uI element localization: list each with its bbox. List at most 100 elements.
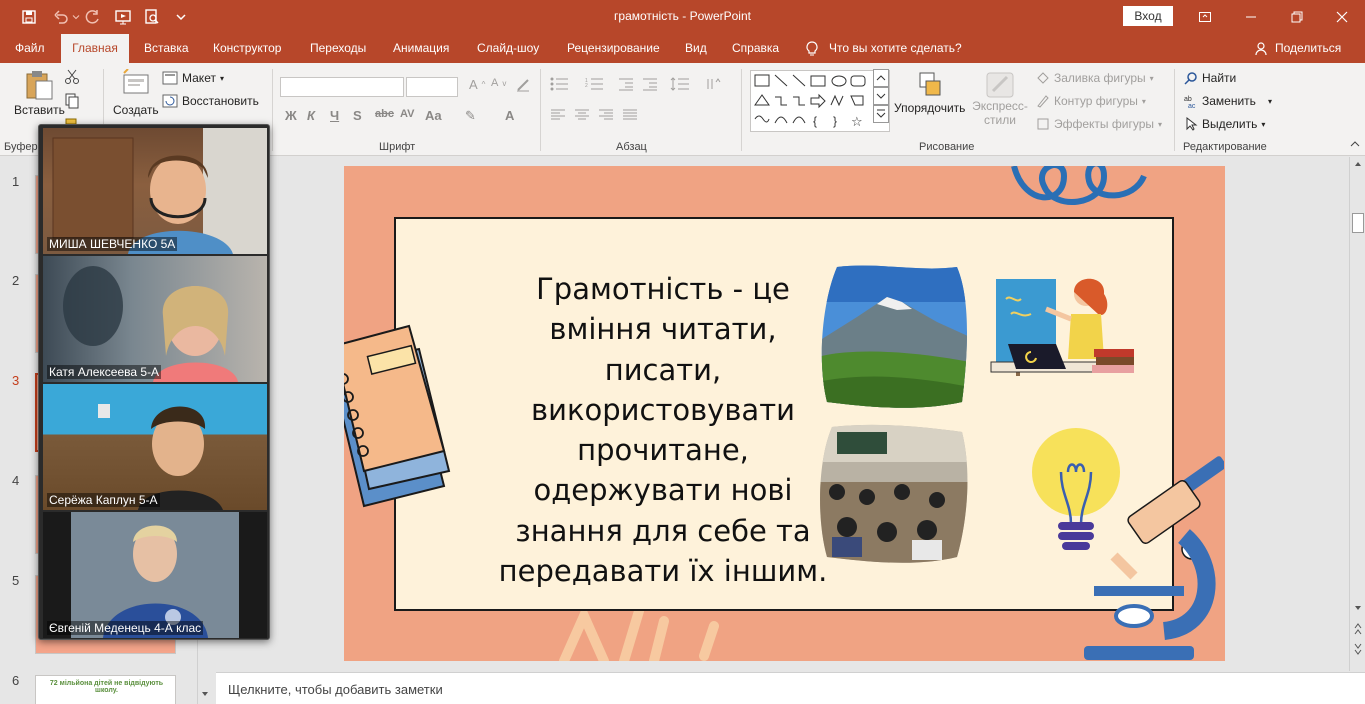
clear-formatting-icon[interactable] [515, 77, 531, 93]
minimize-icon[interactable] [1228, 0, 1274, 34]
find-label: Найти [1202, 71, 1237, 85]
strikethrough-button[interactable]: abc [375, 108, 394, 120]
select-button[interactable]: Выделить ▾ [1184, 117, 1265, 131]
ribbon-divider [272, 69, 273, 151]
cut-icon[interactable] [64, 69, 80, 85]
align-center-icon[interactable] [574, 108, 590, 122]
align-left-icon[interactable] [550, 108, 566, 122]
numbering-icon[interactable]: 12 [585, 77, 605, 91]
tell-me-box[interactable]: Что вы хотите сделать? [805, 34, 962, 63]
shape-outline-label: Контур фигуры [1054, 94, 1138, 108]
scroll-down-icon[interactable] [873, 87, 889, 105]
font-color-button[interactable]: A [505, 108, 514, 123]
shapes-gallery[interactable]: { } ☆ [750, 70, 890, 132]
svg-text:{: { [813, 114, 817, 128]
ribbon-divider [1174, 69, 1175, 151]
layout-button[interactable]: Макет ▾ [162, 71, 224, 85]
underline-button[interactable]: Ч [330, 108, 339, 123]
text-direction-icon[interactable] [705, 77, 721, 91]
share-button[interactable]: Поделиться [1255, 34, 1341, 63]
ribbon-divider [540, 69, 541, 151]
increase-indent-icon[interactable] [642, 77, 658, 91]
notebook-illustration[interactable] [344, 321, 464, 511]
shape-fill-button[interactable]: Заливка фигуры ▾ [1036, 71, 1154, 85]
highlight-icon[interactable]: ✎ [465, 108, 476, 124]
decrease-indent-icon[interactable] [618, 77, 634, 91]
slide-number: 6 [12, 673, 20, 688]
slide-editing-area: Грамотність - це вміння читати, писати, … [216, 157, 1349, 671]
shadow-button[interactable]: S [353, 108, 362, 123]
restore-icon[interactable] [1274, 0, 1320, 34]
content-card: Грамотність - це вміння читати, писати, … [394, 217, 1174, 611]
decrease-font-size-icon[interactable]: Av [491, 77, 506, 89]
mountain-photo[interactable] [817, 262, 970, 412]
more-shapes-icon[interactable] [873, 105, 889, 123]
tab-transitions[interactable]: Переходы [310, 34, 366, 63]
paste-label: Вставить [14, 103, 65, 117]
slide-body-text[interactable]: Грамотність - це вміння читати, писати, … [488, 269, 838, 591]
justify-icon[interactable] [622, 108, 638, 122]
layout-label: Макет [182, 71, 216, 85]
paste-button[interactable]: Вставить [14, 69, 65, 117]
participant-video [98, 404, 223, 510]
participant-name: Серёжа Каплун 5-А [47, 493, 160, 507]
ribbon-tabs: Файл Главная Вставка Конструктор Переход… [0, 34, 1365, 63]
copy-icon[interactable] [64, 93, 80, 109]
tab-slideshow[interactable]: Слайд-шоу [477, 34, 539, 63]
shapes-scroll[interactable] [873, 69, 889, 123]
tab-review[interactable]: Рецензирование [567, 34, 660, 63]
scroll-thumb[interactable] [1352, 213, 1364, 233]
new-slide-button[interactable]: Создать [113, 69, 159, 117]
tab-help[interactable]: Справка [732, 34, 779, 63]
font-family-select[interactable] [280, 77, 404, 97]
replace-button[interactable]: ab ac Заменить ▾ [1184, 94, 1272, 108]
char-spacing-button[interactable]: AV [400, 108, 414, 120]
video-tile[interactable]: Катя Алексеева 5-А [43, 256, 267, 382]
increase-font-size-icon[interactable]: A ^ [469, 77, 485, 92]
collapse-ribbon-icon[interactable] [1350, 139, 1360, 149]
arrange-button[interactable]: Упорядочить [894, 71, 965, 115]
italic-button[interactable]: К [307, 108, 315, 123]
shape-outline-button[interactable]: Контур фигуры ▾ [1036, 94, 1146, 108]
microscope-illustration[interactable] [1074, 456, 1224, 661]
text-line: прочитане, [577, 433, 749, 468]
notes-pane[interactable]: Щелкните, чтобы добавить заметки [216, 672, 1365, 704]
select-label: Выделить [1202, 117, 1258, 131]
bullets-icon[interactable] [550, 77, 570, 91]
login-button[interactable]: Вход [1123, 6, 1173, 26]
next-slide-icon[interactable] [1353, 643, 1363, 655]
bold-button[interactable]: Ж [285, 108, 297, 123]
slide-thumbnail-6[interactable]: 72 мільйона дітей не відвідують школу. [35, 675, 176, 704]
tab-file[interactable]: Файл [15, 34, 45, 63]
video-tile[interactable]: Євгеній Меденець 4-А клас [43, 512, 267, 638]
tab-animations[interactable]: Анимация [393, 34, 449, 63]
svg-text:}: } [833, 114, 837, 128]
scroll-down-icon[interactable] [1353, 603, 1363, 613]
shape-effects-button[interactable]: Эффекты фигуры ▾ [1036, 117, 1162, 131]
slide-scrollbar[interactable] [1349, 157, 1365, 671]
teacher-illustration[interactable] [986, 274, 1146, 389]
video-tile[interactable]: МИША ШЕВЧЕНКО 5А [43, 128, 267, 254]
scroll-down-icon[interactable] [200, 689, 210, 699]
tab-home[interactable]: Главная [61, 34, 129, 63]
tab-design[interactable]: Конструктор [213, 34, 281, 63]
quick-styles-button[interactable]: Экспресс-стили [970, 71, 1030, 127]
ribbon-display-options-icon[interactable] [1182, 0, 1228, 34]
tab-view[interactable]: Вид [685, 34, 707, 63]
find-button[interactable]: Найти [1184, 71, 1236, 85]
scroll-up-icon[interactable] [1353, 159, 1363, 169]
video-tile[interactable]: Серёжа Каплун 5-А [43, 384, 267, 510]
classroom-photo[interactable] [817, 422, 970, 567]
align-right-icon[interactable] [598, 108, 614, 122]
previous-slide-icon[interactable] [1353, 623, 1363, 635]
line-spacing-icon[interactable] [670, 77, 690, 91]
reset-button[interactable]: Восстановить [162, 94, 259, 108]
video-call-panel[interactable]: МИША ШЕВЧЕНКО 5А Катя Алексеева 5-А Серё… [38, 124, 270, 640]
close-icon[interactable] [1319, 0, 1365, 34]
tab-insert[interactable]: Вставка [144, 34, 189, 63]
font-size-select[interactable] [406, 77, 458, 97]
scroll-up-icon[interactable] [873, 69, 889, 87]
text-line: одержувати нові [533, 473, 793, 508]
slide-canvas[interactable]: Грамотність - це вміння читати, писати, … [344, 166, 1225, 661]
change-case-button[interactable]: Aa [425, 108, 442, 123]
